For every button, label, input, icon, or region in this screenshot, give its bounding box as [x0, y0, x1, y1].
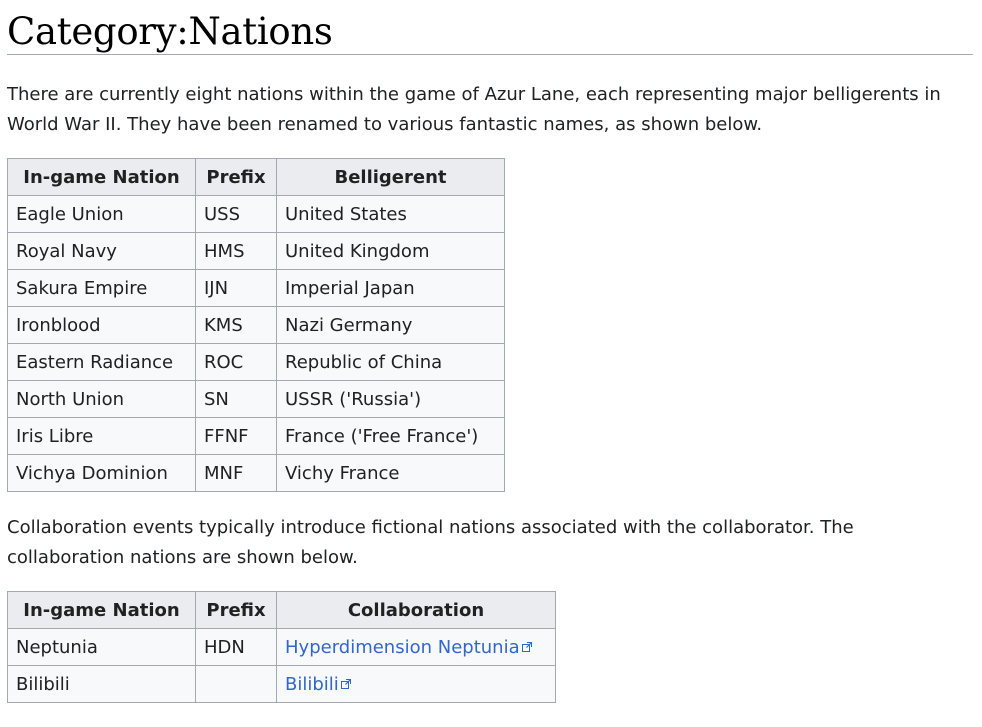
- table-header-row: In-game Nation Prefix Belligerent: [7, 158, 505, 196]
- link-text[interactable]: Hyperdimension Neptunia: [285, 637, 520, 658]
- prefix-cell: HDN: [195, 628, 277, 666]
- column-header-collaboration: Collaboration: [276, 591, 556, 629]
- column-header-belligerent: Belligerent: [276, 158, 505, 196]
- nation-cell: Neptunia: [7, 628, 196, 666]
- table-row: Eagle Union USS United States: [7, 195, 505, 233]
- nation-cell: Iris Libre: [7, 417, 196, 455]
- table-row: Royal Navy HMS United Kingdom: [7, 232, 505, 270]
- link-text[interactable]: Bilibili: [285, 674, 339, 695]
- table-row: Sakura Empire IJN Imperial Japan: [7, 269, 505, 307]
- nation-cell: Sakura Empire: [7, 269, 196, 307]
- table-row: North Union SN USSR ('Russia'): [7, 380, 505, 418]
- column-header-prefix: Prefix: [195, 158, 277, 196]
- belligerent-cell: Vichy France: [276, 454, 505, 492]
- prefix-cell: HMS: [195, 232, 277, 270]
- page-title: Category:Nations: [7, 0, 973, 55]
- prefix-cell: KMS: [195, 306, 277, 344]
- external-link-icon: [521, 641, 532, 652]
- nation-cell: Bilibili: [7, 665, 196, 703]
- prefix-cell: [195, 665, 277, 703]
- nation-cell: Royal Navy: [7, 232, 196, 270]
- table-row: Neptunia HDN Hyperdimension Neptunia: [7, 628, 556, 666]
- prefix-cell: IJN: [195, 269, 277, 307]
- prefix-cell: USS: [195, 195, 277, 233]
- nation-cell: Vichya Dominion: [7, 454, 196, 492]
- nation-cell: Ironblood: [7, 306, 196, 344]
- column-header-prefix: Prefix: [195, 591, 277, 629]
- collaboration-link-neptunia[interactable]: Hyperdimension Neptunia: [285, 637, 532, 658]
- prefix-cell: MNF: [195, 454, 277, 492]
- prefix-cell: ROC: [195, 343, 277, 381]
- belligerent-cell: Republic of China: [276, 343, 505, 381]
- intro-paragraph: There are currently eight nations within…: [7, 84, 941, 135]
- belligerent-cell: Imperial Japan: [276, 269, 505, 307]
- collaboration-cell: Bilibili: [276, 665, 556, 703]
- collaboration-cell: Hyperdimension Neptunia: [276, 628, 556, 666]
- table-header-row: In-game Nation Prefix Collaboration: [7, 591, 556, 629]
- table-row: Iris Libre FFNF France ('Free France'): [7, 417, 505, 455]
- external-link-icon: [340, 678, 351, 689]
- prefix-cell: SN: [195, 380, 277, 418]
- nation-cell: North Union: [7, 380, 196, 418]
- belligerent-cell: USSR ('Russia'): [276, 380, 505, 418]
- table-row: Ironblood KMS Nazi Germany: [7, 306, 505, 344]
- belligerent-cell: Nazi Germany: [276, 306, 505, 344]
- collaboration-paragraph: Collaboration events typically introduce…: [7, 517, 854, 568]
- table-row: Vichya Dominion MNF Vichy France: [7, 454, 505, 492]
- column-header-nation: In-game Nation: [7, 158, 196, 196]
- table-row: Bilibili Bilibili: [7, 665, 556, 703]
- collaboration-table: In-game Nation Prefix Collaboration Nept…: [7, 591, 556, 703]
- nations-table: In-game Nation Prefix Belligerent Eagle …: [7, 158, 505, 492]
- collaboration-link-bilibili[interactable]: Bilibili: [285, 674, 351, 695]
- prefix-cell: FFNF: [195, 417, 277, 455]
- column-header-nation: In-game Nation: [7, 591, 196, 629]
- belligerent-cell: United States: [276, 195, 505, 233]
- nation-cell: Eastern Radiance: [7, 343, 196, 381]
- content-area: Category:Nations There are currently eig…: [7, 0, 973, 703]
- belligerent-cell: United Kingdom: [276, 232, 505, 270]
- belligerent-cell: France ('Free France'): [276, 417, 505, 455]
- table-row: Eastern Radiance ROC Republic of China: [7, 343, 505, 381]
- nation-cell: Eagle Union: [7, 195, 196, 233]
